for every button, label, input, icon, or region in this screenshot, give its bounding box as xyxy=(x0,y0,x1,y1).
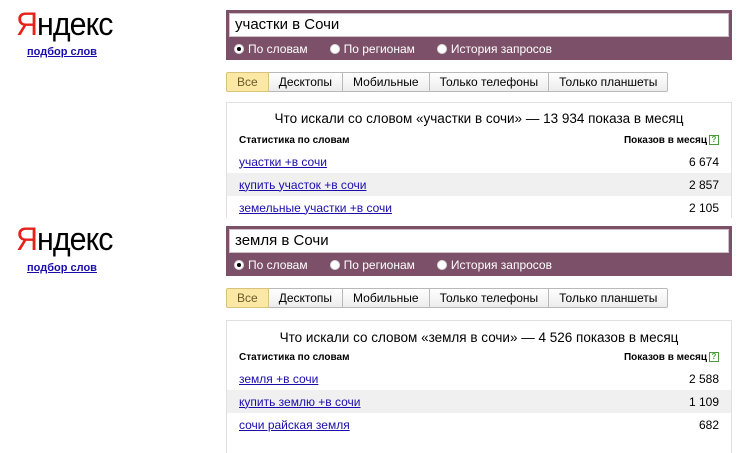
impressions-count: 2 105 xyxy=(688,200,719,215)
phrase-link[interactable]: сочи райская земля xyxy=(239,418,350,432)
search-mode-radios: По словам По регионам История запросов xyxy=(234,40,574,58)
device-tabs: Все Десктопы Мобильные Только телефоны Т… xyxy=(226,288,669,308)
device-tabs: Все Десктопы Мобильные Только телефоны Т… xyxy=(226,72,669,92)
radio-by-regions[interactable]: По регионам xyxy=(329,258,415,272)
yandex-logo[interactable]: Яндекс xyxy=(16,223,113,255)
tab-all[interactable]: Все xyxy=(226,288,269,308)
results-box: Что искали со словом «земля в сочи» — 4 … xyxy=(226,320,732,453)
search-mode-radios: По словам По регионам История запросов xyxy=(234,256,574,274)
results-box: Что искали со словом «участки в сочи» — … xyxy=(226,102,732,218)
impressions-count: 6 674 xyxy=(688,154,719,169)
radio-icon xyxy=(436,260,447,270)
results-summary: Что искали со словом «участки в сочи» — … xyxy=(274,111,684,126)
tab-desktops[interactable]: Десктопы xyxy=(268,72,344,92)
tab-mobile[interactable]: Мобильные xyxy=(343,288,430,308)
column-header-phrases: Статистика по словам xyxy=(239,135,350,146)
phrase-link[interactable]: участки +в сочи xyxy=(239,155,327,169)
phrase-link[interactable]: земля +в сочи xyxy=(239,372,318,386)
column-header-impressions: Показов в месяц? xyxy=(624,135,719,146)
search-input[interactable]: участки в Сочи xyxy=(229,13,729,37)
radio-query-history[interactable]: История запросов xyxy=(436,258,552,272)
table-row: земельные участки +в сочи 2 105 xyxy=(227,196,731,219)
question-mark-icon[interactable]: ? xyxy=(709,352,719,362)
radio-icon xyxy=(329,260,340,270)
table-row: купить землю +в сочи 1 109 xyxy=(227,390,731,413)
table-row: участки +в сочи 6 674 xyxy=(227,150,731,173)
search-bar: участки в Сочи По словам По регионам Ист… xyxy=(226,10,732,60)
radio-icon xyxy=(329,44,340,54)
tab-all[interactable]: Все xyxy=(226,72,269,92)
tab-tablets-only[interactable]: Только планшеты xyxy=(549,72,669,92)
radio-by-regions[interactable]: По регионам xyxy=(329,42,415,56)
results-list: земля +в сочи 2 588 купить землю +в сочи 1… xyxy=(227,367,731,436)
radio-selected-icon xyxy=(234,260,244,270)
phrase-link[interactable]: купить землю +в сочи xyxy=(239,395,361,409)
word-selection-link[interactable]: подбор слов xyxy=(27,262,97,274)
tab-desktops[interactable]: Десктопы xyxy=(268,288,344,308)
wordstat-panel-2: Яндекс подбор слов земля в Сочи По слова… xyxy=(0,218,750,453)
radio-query-history[interactable]: История запросов xyxy=(436,42,552,56)
impressions-count: 682 xyxy=(698,417,719,432)
radio-by-words[interactable]: По словам xyxy=(234,42,308,56)
search-input[interactable]: земля в Сочи xyxy=(229,229,729,253)
results-summary: Что искали со словом «земля в сочи» — 4 … xyxy=(279,330,679,345)
column-header-impressions: Показов в месяц? xyxy=(624,352,719,363)
results-list: участки +в сочи 6 674 купить участок +в с… xyxy=(227,150,731,219)
wordstat-panel-1: Яндекс подбор слов участки в Сочи По сло… xyxy=(0,0,750,218)
tab-mobile[interactable]: Мобильные xyxy=(343,72,430,92)
phrase-link[interactable]: земельные участки +в сочи xyxy=(239,201,392,215)
search-bar: земля в Сочи По словам По регионам Истор… xyxy=(226,226,732,276)
radio-icon xyxy=(436,44,447,54)
tab-phones-only[interactable]: Только телефоны xyxy=(429,72,550,92)
impressions-count: 1 109 xyxy=(688,394,719,409)
yandex-logo[interactable]: Яндекс xyxy=(16,8,113,40)
phrase-link[interactable]: купить участок +в сочи xyxy=(239,178,366,192)
table-row: сочи райская земля 682 xyxy=(227,413,731,436)
column-header-phrases: Статистика по словам xyxy=(239,352,350,363)
table-row: земля +в сочи 2 588 xyxy=(227,367,731,390)
question-mark-icon[interactable]: ? xyxy=(709,135,719,145)
impressions-count: 2 857 xyxy=(688,177,719,192)
table-row: купить участок +в сочи 2 857 xyxy=(227,173,731,196)
tab-phones-only[interactable]: Только телефоны xyxy=(429,288,550,308)
impressions-count: 2 588 xyxy=(688,371,719,386)
radio-by-words[interactable]: По словам xyxy=(234,258,308,272)
word-selection-link[interactable]: подбор слов xyxy=(27,46,97,58)
tab-tablets-only[interactable]: Только планшеты xyxy=(549,288,669,308)
radio-selected-icon xyxy=(234,44,244,54)
